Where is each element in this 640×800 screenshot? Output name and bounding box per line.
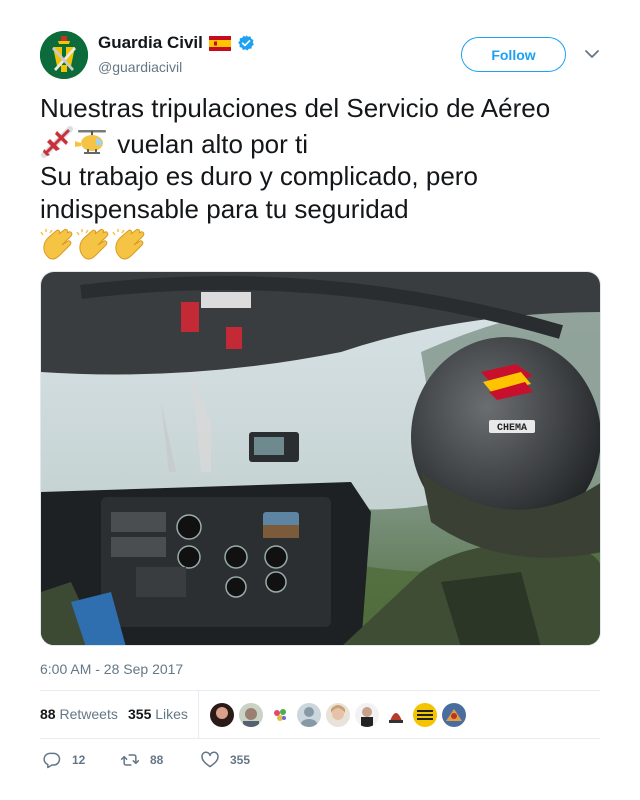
like-button[interactable]: 355 <box>200 750 250 770</box>
heart-icon <box>201 751 219 768</box>
tweet-actions: 12 88 355 <box>40 748 600 774</box>
retweet-button[interactable]: 88 <box>120 750 163 770</box>
clapping-hands-icon <box>112 228 145 260</box>
chevron-down-icon[interactable] <box>583 45 601 63</box>
stats-separator <box>198 691 199 739</box>
liker-avatar[interactable] <box>210 703 234 727</box>
author-name-row: Guardia Civil <box>98 33 255 53</box>
liker-avatar[interactable] <box>384 703 408 727</box>
tweet-media-photo[interactable]: CHEMA <box>40 271 601 646</box>
likes-count: 355 <box>128 706 152 722</box>
tweet-text: Nuestras tripulaciones del Servicio de A… <box>40 92 600 263</box>
liker-avatar[interactable] <box>442 703 466 727</box>
follow-button[interactable]: Follow <box>461 37 566 72</box>
airplane-icon <box>41 125 73 158</box>
clapping-hands-icon <box>76 228 109 260</box>
retweets-label: Retweets <box>59 706 118 722</box>
clapping-hands-icon <box>40 228 73 260</box>
tweet-text-line-1: Nuestras tripulaciones del Servicio de A… <box>40 93 551 123</box>
tweet-text-line-2: vuelan alto por ti <box>40 125 600 161</box>
retweet-count: 88 <box>150 753 164 767</box>
liker-avatar[interactable] <box>297 703 321 727</box>
tweet-timestamp[interactable]: 6:00 AM - 28 Sep 2017 <box>40 661 183 677</box>
liker-avatar[interactable] <box>413 703 437 727</box>
liker-avatars <box>210 703 466 727</box>
tweet-text-line-3: Su trabajo es duro y complicado, pero <box>40 161 478 191</box>
helicopter-cockpit-photo: CHEMA <box>41 272 600 645</box>
tweet-header: Guardia Civil @guardiacivil Follow <box>40 31 600 81</box>
tweet-text-emoji-row <box>40 227 600 263</box>
like-count: 355 <box>230 753 251 767</box>
retweets-count: 88 <box>40 706 56 722</box>
tweet-stats: 88 Retweets 355 Likes <box>40 691 600 739</box>
helmet-label: CHEMA <box>497 423 527 434</box>
verified-badge-icon <box>238 35 254 51</box>
helicopter-icon <box>75 129 106 154</box>
liker-avatar[interactable] <box>326 703 350 727</box>
avatar[interactable] <box>40 31 88 79</box>
retweets-stat[interactable]: 88 Retweets <box>40 706 118 722</box>
spain-flag-icon <box>208 35 231 51</box>
divider <box>40 738 600 739</box>
guardia-civil-emblem-icon <box>40 31 88 79</box>
liker-avatar[interactable] <box>239 703 263 727</box>
reply-button[interactable]: 12 <box>42 750 85 770</box>
tweet-text-line-2-text: vuelan alto por ti <box>117 128 309 159</box>
liker-avatar[interactable] <box>355 703 379 727</box>
likes-label: Likes <box>155 706 188 722</box>
tweet-text-line-4: indispensable para tu seguridad <box>40 193 409 224</box>
display-name[interactable]: Guardia Civil <box>98 33 203 53</box>
likes-stat[interactable]: 355 Likes <box>128 706 188 722</box>
reply-icon <box>43 752 61 769</box>
retweet-icon <box>120 754 140 766</box>
reply-count: 12 <box>72 753 86 767</box>
user-handle[interactable]: @guardiacivil <box>98 59 182 75</box>
liker-avatar[interactable] <box>268 703 292 727</box>
